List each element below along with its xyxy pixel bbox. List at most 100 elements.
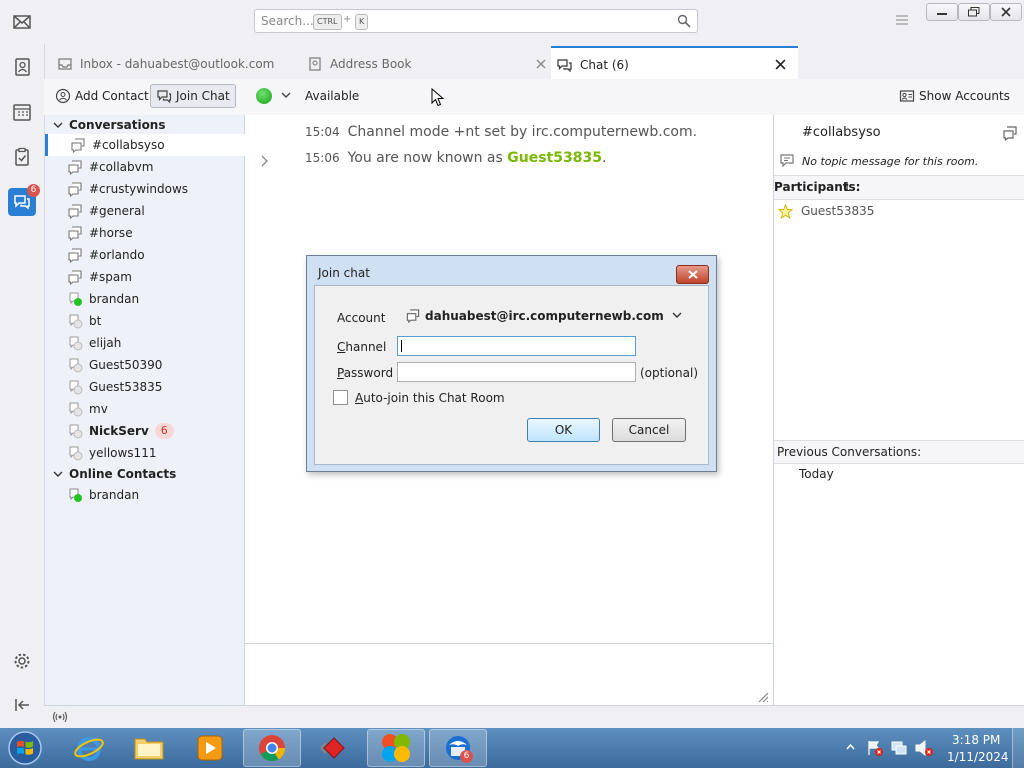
- password-input[interactable]: [397, 362, 636, 382]
- auto-join-checkbox[interactable]: [333, 390, 348, 405]
- status-bar: [44, 705, 1024, 729]
- taskbar-file-explorer[interactable]: [120, 729, 178, 767]
- inbox-icon: [58, 57, 72, 70]
- previous-conversation-today[interactable]: Today: [799, 467, 834, 481]
- action-center-flag-icon[interactable]: [866, 739, 884, 757]
- conversation-item[interactable]: brandan: [45, 288, 244, 310]
- conversation-label: #collabvm: [89, 160, 154, 174]
- join-chat-button[interactable]: Join Chat: [150, 84, 236, 108]
- conversation-item[interactable]: #spam: [45, 266, 244, 288]
- mail-icon[interactable]: [8, 8, 36, 36]
- close-tab-icon[interactable]: [536, 59, 546, 69]
- status-available-icon[interactable]: [256, 88, 272, 104]
- dialog-close-button[interactable]: [676, 265, 709, 284]
- unread-count-badge: 6: [154, 423, 174, 439]
- conversation-item[interactable]: yellows111: [45, 442, 244, 464]
- restore-button[interactable]: [958, 3, 990, 21]
- app-menu-icon[interactable]: [895, 14, 909, 26]
- account-select[interactable]: dahuabest@irc.computernewb.com: [405, 308, 682, 323]
- network-icon[interactable]: [890, 739, 908, 757]
- add-contact-button[interactable]: Add Contact: [50, 84, 154, 108]
- show-accounts-label: Show Accounts: [919, 89, 1010, 103]
- taskbar-media-player[interactable]: [181, 729, 239, 767]
- expand-chevron-icon: [53, 471, 63, 477]
- contact-icon: [67, 401, 83, 417]
- auto-join-label[interactable]: Auto-join this Chat Room: [355, 391, 505, 405]
- conversation-item[interactable]: Guest53835: [45, 376, 244, 398]
- volume-muted-icon[interactable]: [914, 739, 934, 757]
- conversation-item[interactable]: #collabsyso: [45, 134, 247, 156]
- conversation-item[interactable]: #orlando: [45, 244, 244, 266]
- room-name: #collabsyso: [802, 125, 881, 140]
- tab-chat[interactable]: Chat (6): [551, 46, 798, 81]
- show-accounts-button[interactable]: Show Accounts: [894, 84, 1015, 108]
- room-chat-icon[interactable]: [1002, 125, 1018, 141]
- conversation-label: #spam: [89, 270, 132, 284]
- conversation-label: elijah: [89, 336, 122, 350]
- show-hidden-icons-icon[interactable]: [846, 744, 855, 750]
- conversations-group-header[interactable]: Conversations: [53, 118, 166, 132]
- status-chevron-down-icon[interactable]: [281, 92, 291, 99]
- room-info-pane: #collabsyso No topic message for this ro…: [773, 115, 1024, 705]
- chrome-icon: [259, 735, 286, 762]
- taskbar-chrome[interactable]: [243, 729, 301, 767]
- message-text: Channel mode +nt set by irc.computernewb…: [347, 124, 698, 140]
- conversation-item[interactable]: Guest50390: [45, 354, 244, 376]
- conversation-item[interactable]: #crustywindows: [45, 178, 244, 200]
- message-time: 15:04: [305, 125, 340, 139]
- message-input[interactable]: [245, 643, 773, 706]
- show-desktop-button[interactable]: [1012, 728, 1024, 768]
- participant-item[interactable]: Guest53835: [774, 201, 1024, 221]
- conversation-label: bt: [89, 314, 102, 328]
- close-window-button[interactable]: [990, 3, 1022, 21]
- conversation-item[interactable]: #horse: [45, 222, 244, 244]
- contact-icon: [67, 357, 83, 373]
- taskbar-app-installer[interactable]: [367, 729, 425, 767]
- expand-message-chevron-icon[interactable]: [261, 155, 269, 167]
- tasks-icon[interactable]: [8, 143, 36, 171]
- dialog-title: Join chat: [318, 266, 370, 280]
- taskbar-internet-explorer[interactable]: [60, 729, 118, 767]
- clock-time[interactable]: 3:18 PM: [952, 733, 1000, 747]
- settings-gear-icon[interactable]: [8, 647, 36, 675]
- close-tab-icon[interactable]: [775, 59, 786, 70]
- collapse-spaces-icon[interactable]: [8, 691, 36, 719]
- calendar-icon[interactable]: [8, 98, 36, 126]
- channel-label: Channel: [337, 340, 387, 354]
- account-value: dahuabest@irc.computernewb.com: [425, 308, 664, 323]
- media-player-icon: [197, 735, 223, 761]
- resize-grip-icon[interactable]: [757, 691, 769, 703]
- conversation-item[interactable]: NickServ 6: [45, 420, 244, 442]
- start-button[interactable]: [6, 730, 44, 766]
- conversation-label: #orlando: [89, 248, 145, 262]
- red-diamond-app-icon: [320, 737, 345, 759]
- conversation-item[interactable]: #general: [45, 200, 244, 222]
- conversation-label: #horse: [89, 226, 133, 240]
- clock-date[interactable]: 1/11/2024: [947, 750, 1009, 764]
- channel-icon: [67, 269, 83, 286]
- conversation-item[interactable]: #collabvm: [45, 156, 244, 178]
- chat-space-icon[interactable]: 6: [8, 184, 40, 216]
- taskbar-thunderbird[interactable]: 6: [429, 729, 487, 767]
- online-status-icon[interactable]: [52, 711, 68, 723]
- status-label[interactable]: Available: [305, 89, 359, 103]
- search-input[interactable]: Search... CTRL + K: [254, 9, 698, 33]
- conversation-item[interactable]: bt: [45, 310, 244, 332]
- internet-explorer-icon: [74, 737, 104, 761]
- conversation-item[interactable]: mv: [45, 398, 244, 420]
- taskbar-red-app[interactable]: [305, 729, 363, 767]
- tab-address-book[interactable]: Address Book: [304, 48, 546, 79]
- channel-input[interactable]: [397, 336, 636, 356]
- online-contact-brandan[interactable]: brandan: [45, 484, 244, 506]
- tab-inbox-label: Inbox - dahuabest@outlook.com: [80, 56, 275, 71]
- conversation-item[interactable]: elijah: [45, 332, 244, 354]
- online-contacts-group-header[interactable]: Online Contacts: [53, 467, 176, 481]
- message-row: 15:06 You are now known as Guest53835.: [305, 150, 606, 166]
- tab-inbox[interactable]: Inbox - dahuabest@outlook.com: [54, 48, 299, 79]
- minimize-button[interactable]: [926, 3, 958, 21]
- address-book-icon[interactable]: [8, 53, 36, 81]
- irc-account-icon: [406, 309, 420, 323]
- accounts-icon: [899, 90, 915, 102]
- ok-button[interactable]: OK: [527, 418, 600, 442]
- cancel-button[interactable]: Cancel: [612, 418, 686, 442]
